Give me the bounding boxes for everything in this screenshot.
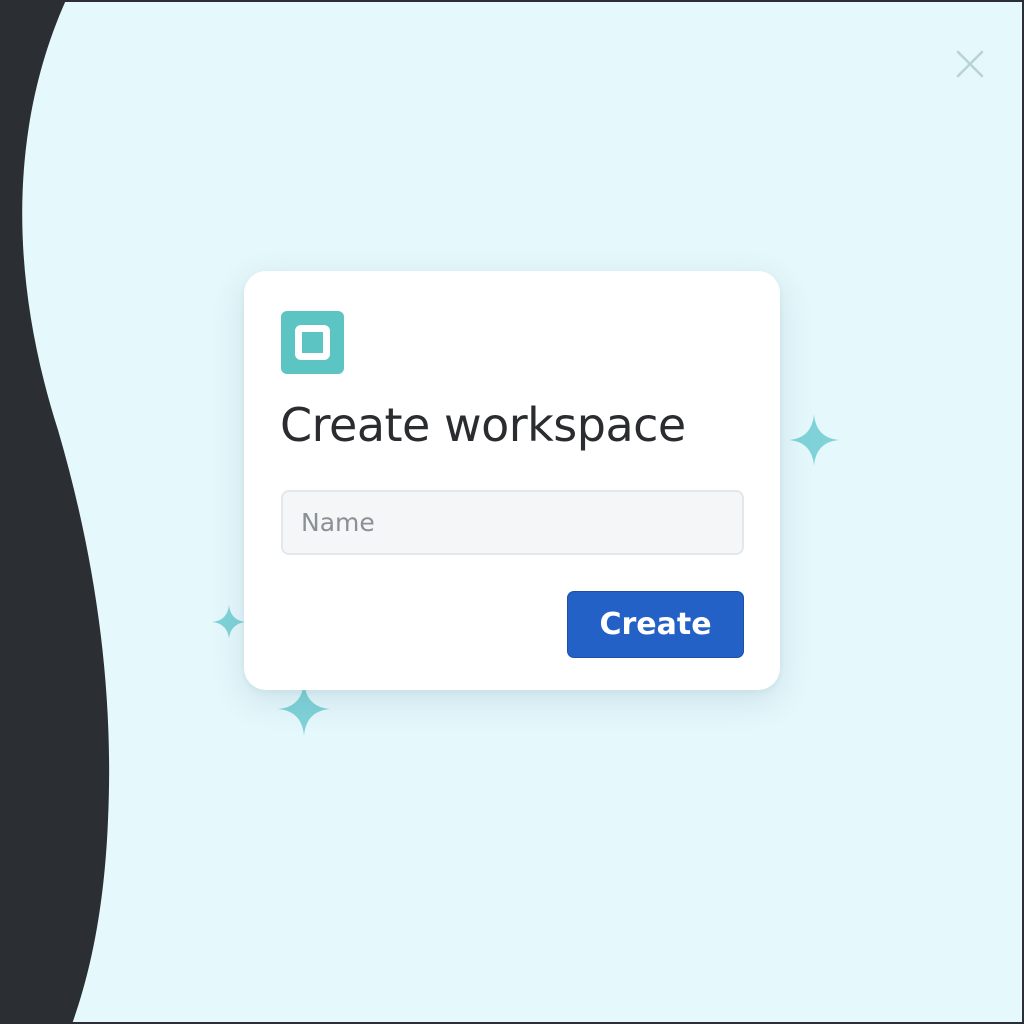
dialog-title: Create workspace <box>280 398 686 452</box>
sparkle-icon <box>789 414 839 466</box>
create-button[interactable]: Create <box>567 591 744 658</box>
close-button[interactable] <box>950 44 990 84</box>
create-workspace-dialog: Create workspace Create <box>244 271 780 690</box>
close-icon <box>956 50 984 78</box>
sparkle-icon <box>278 682 330 736</box>
workspace-app-icon <box>281 311 344 374</box>
workspace-name-input[interactable] <box>281 490 744 555</box>
sparkle-icon <box>212 605 246 639</box>
